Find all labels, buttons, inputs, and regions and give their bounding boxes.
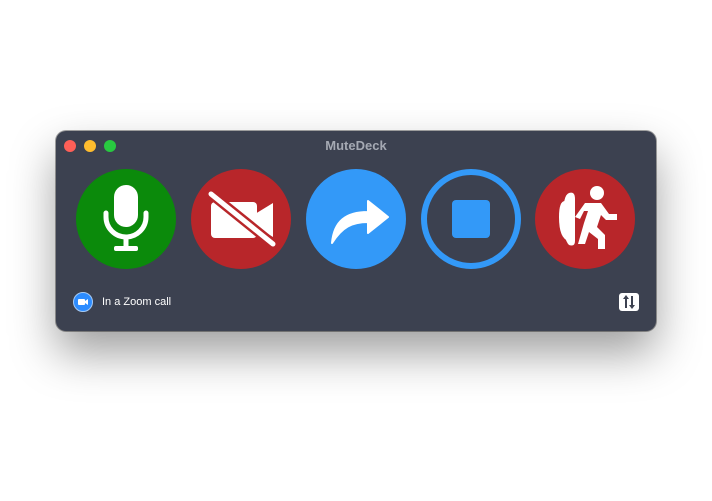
call-status-text: In a Zoom call <box>102 296 172 308</box>
video-toggle-button[interactable] <box>191 169 291 269</box>
share-arrow-icon <box>331 200 389 244</box>
share-screen-button[interactable] <box>306 169 406 269</box>
stop-record-icon <box>452 200 490 238</box>
leave-meeting-icon <box>559 186 617 249</box>
zoom-camera-icon <box>73 292 93 312</box>
settings-button[interactable] <box>619 293 639 311</box>
microphone-button[interactable] <box>76 169 176 269</box>
window-title: MuteDeck <box>325 138 387 153</box>
microphone-icon <box>103 185 149 251</box>
call-status: In a Zoom call <box>73 292 171 312</box>
mutedeck-window: MuteDeck In a Zoom call <box>56 131 656 331</box>
record-stop-button[interactable] <box>421 169 521 269</box>
control-buttons <box>76 169 636 269</box>
leave-meeting-button[interactable] <box>535 169 635 269</box>
title-bar[interactable]: MuteDeck <box>56 131 656 159</box>
settings-sliders-icon <box>623 295 635 309</box>
video-off-icon <box>206 189 278 249</box>
